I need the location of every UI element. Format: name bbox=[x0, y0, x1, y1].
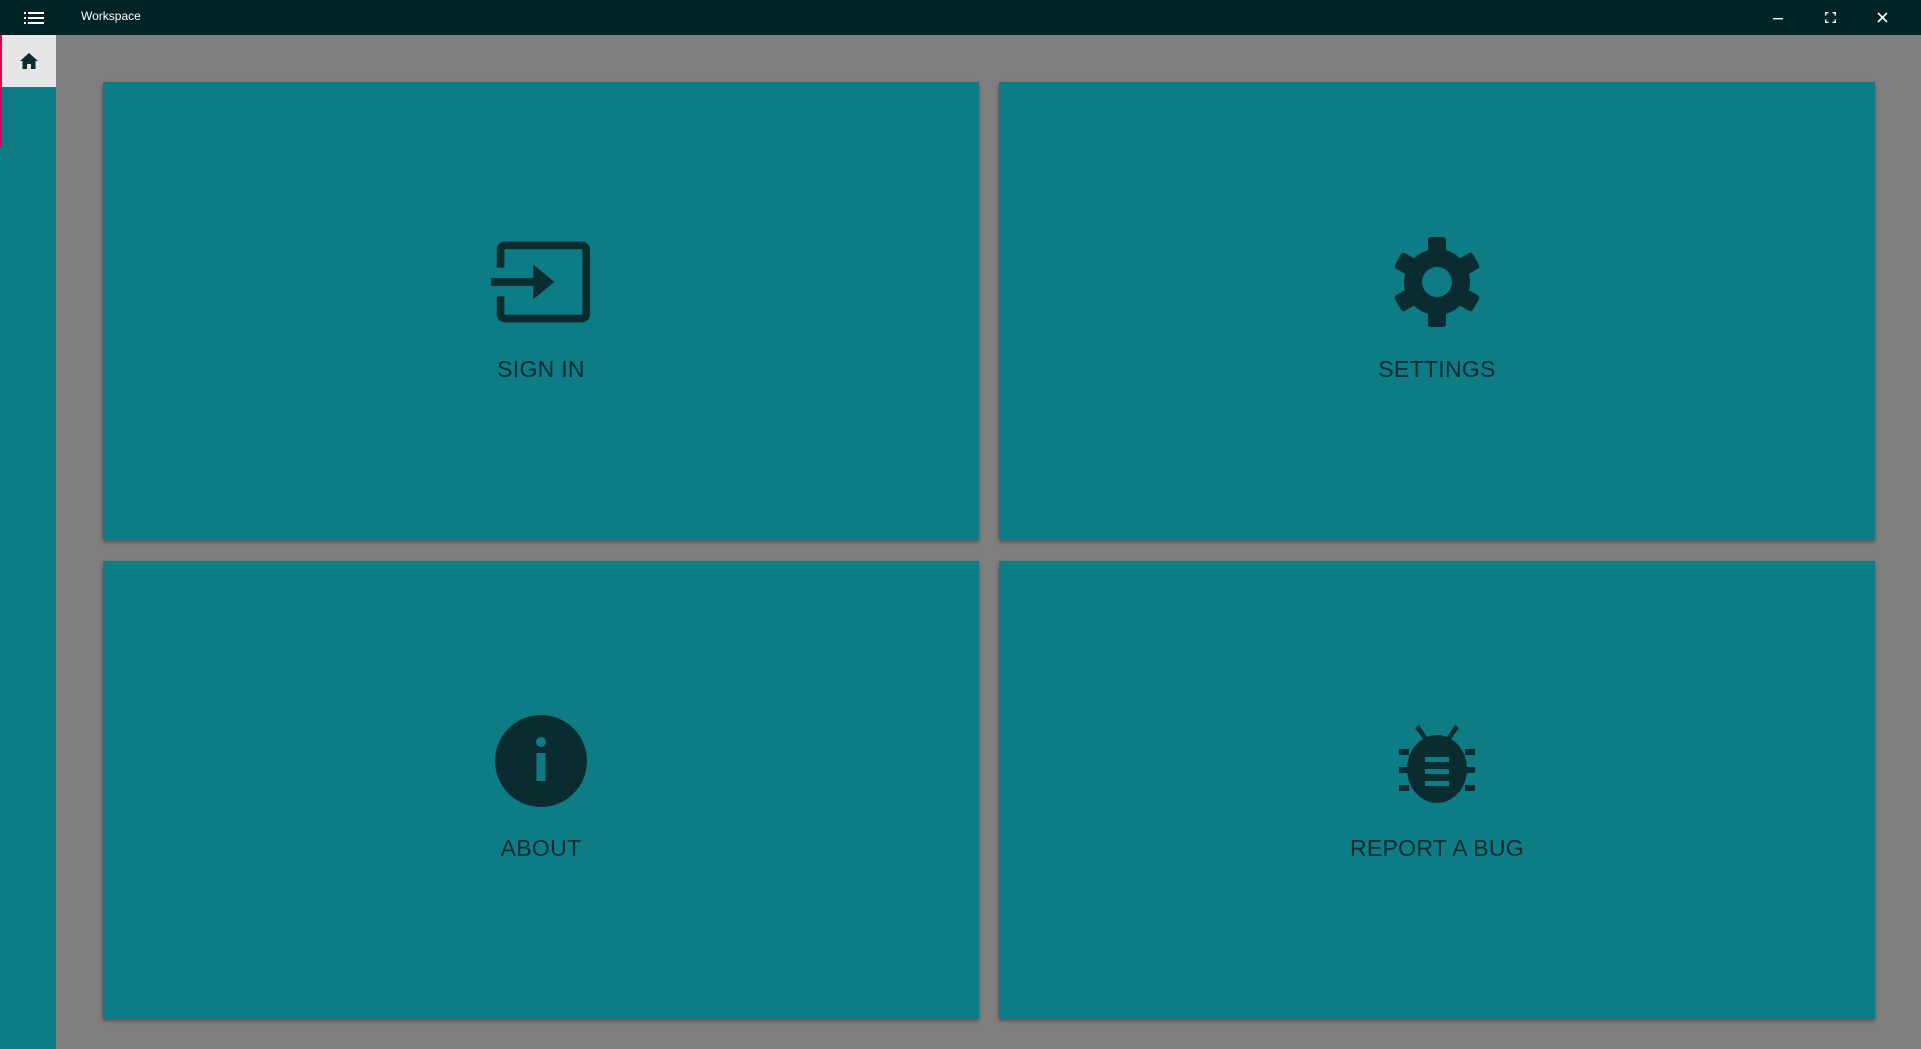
navigation-sidebar bbox=[0, 35, 56, 1049]
hamburger-list-icon bbox=[24, 11, 44, 24]
about-label: ABOUT bbox=[500, 835, 582, 861]
settings-label: SETTINGS bbox=[1378, 356, 1496, 382]
home-icon bbox=[20, 53, 38, 69]
sign-in-tile[interactable]: SIGN IN bbox=[103, 82, 979, 540]
info-icon bbox=[491, 711, 591, 811]
maximize-button[interactable] bbox=[1804, 0, 1856, 35]
settings-tile[interactable]: SETTINGS bbox=[999, 82, 1875, 540]
close-icon bbox=[1876, 12, 1888, 23]
minimize-icon bbox=[1773, 17, 1783, 19]
sign-in-icon bbox=[491, 232, 591, 332]
report-bug-label: REPORT A BUG bbox=[1349, 835, 1525, 861]
bug-icon bbox=[1387, 711, 1487, 811]
main-content: SIGN IN SETTINGS ABOUT REPORT A BUG bbox=[56, 35, 1921, 1049]
report-bug-tile[interactable]: REPORT A BUG bbox=[999, 561, 1875, 1019]
about-tile[interactable]: ABOUT bbox=[103, 561, 979, 1019]
window-title: Workspace bbox=[81, 9, 141, 23]
title-bar: Workspace bbox=[0, 0, 1921, 35]
maximize-icon bbox=[1824, 12, 1836, 23]
gear-icon bbox=[1387, 232, 1487, 332]
selection-marker bbox=[0, 87, 2, 147]
sign-in-label: SIGN IN bbox=[497, 356, 585, 382]
hamburger-menu-button[interactable] bbox=[14, 0, 54, 35]
close-button[interactable] bbox=[1856, 0, 1908, 35]
minimize-button[interactable] bbox=[1752, 0, 1804, 35]
sidebar-item-home[interactable] bbox=[0, 35, 56, 87]
